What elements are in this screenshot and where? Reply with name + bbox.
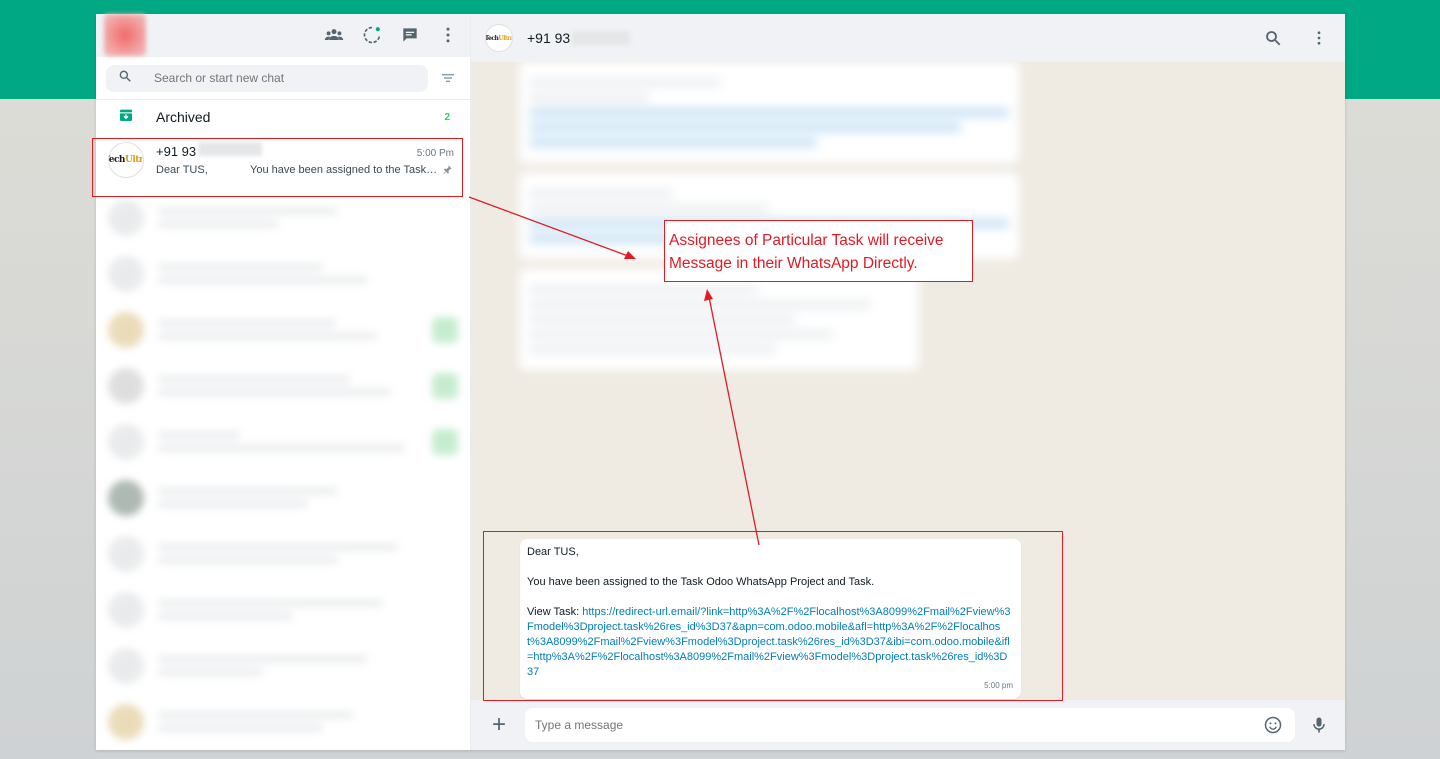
task-link[interactable]: https://redirect-url.email/?link=http%3A…	[527, 606, 1011, 678]
profile-avatar[interactable]	[104, 14, 146, 57]
annotation-line-1: Assignees of Particular Task will receiv…	[669, 232, 944, 249]
attach-plus-icon[interactable]: +	[487, 711, 511, 738]
archived-count: 2	[444, 111, 450, 123]
status-icon[interactable]	[360, 23, 384, 47]
chat-name: +91 93	[156, 144, 197, 160]
search-icon[interactable]	[1261, 26, 1285, 50]
message-greeting: Dear TUS,	[527, 546, 579, 558]
redacted-number	[572, 31, 631, 45]
new-chat-icon[interactable]	[398, 23, 422, 47]
conversation-header[interactable]: Tech Ultra +91 93	[471, 14, 1345, 62]
incoming-message-bubble[interactable]: Dear TUS, You have been assigned to the …	[520, 539, 1021, 699]
view-task-label: View Task:	[527, 606, 583, 618]
chat-preview-text: You have been assigned to the Task…	[250, 164, 438, 177]
contact-name: +91 93	[527, 30, 571, 46]
search-input[interactable]	[154, 71, 394, 85]
search-icon	[118, 69, 132, 88]
filter-icon[interactable]	[436, 66, 460, 90]
sidebar-header	[96, 14, 470, 57]
blurred-chat-list	[96, 186, 470, 750]
pin-icon	[442, 164, 453, 178]
contact-avatar[interactable]: Tech Ultra	[485, 24, 513, 52]
archived-row[interactable]: Archived 2	[96, 100, 470, 134]
annotation-line-2: Message in their WhatsApp Directly.	[669, 255, 918, 272]
message-input-box[interactable]	[525, 708, 1295, 742]
menu-icon[interactable]	[1307, 26, 1331, 50]
microphone-icon[interactable]	[1307, 713, 1331, 737]
sidebar: Archived 2 TechUltra +91 93 5:00 Pm Dear…	[96, 14, 471, 750]
community-icon[interactable]	[322, 23, 346, 47]
message-body: You have been assigned to the Task Odoo …	[527, 576, 875, 588]
archive-icon	[118, 107, 134, 128]
message-input[interactable]	[535, 718, 1261, 732]
chat-avatar: TechUltra	[108, 142, 144, 179]
emoji-icon[interactable]	[1261, 713, 1285, 737]
menu-icon[interactable]	[436, 23, 460, 47]
search-row	[96, 57, 470, 101]
whatsapp-web-window: Archived 2 TechUltra +91 93 5:00 Pm Dear…	[96, 14, 1345, 750]
conversation-panel: Tech Ultra +91 93 Dear TUS, You have bee…	[471, 14, 1345, 750]
archived-label: Archived	[156, 109, 211, 126]
blurred-previous-messages	[519, 62, 1019, 532]
composer: +	[471, 700, 1345, 750]
message-area: Dear TUS, You have been assigned to the …	[471, 62, 1345, 700]
annotation-callout: Assignees of Particular Task will receiv…	[664, 220, 973, 282]
chat-preview-greeting: Dear TUS,	[156, 164, 208, 177]
chat-list-item-active[interactable]: TechUltra +91 93 5:00 Pm Dear TUS, You h…	[96, 134, 470, 186]
chat-time: 5:00 Pm	[416, 148, 454, 160]
message-time: 5:00 pm	[984, 681, 1013, 690]
redacted-number	[198, 142, 263, 157]
search-box[interactable]	[106, 64, 428, 92]
